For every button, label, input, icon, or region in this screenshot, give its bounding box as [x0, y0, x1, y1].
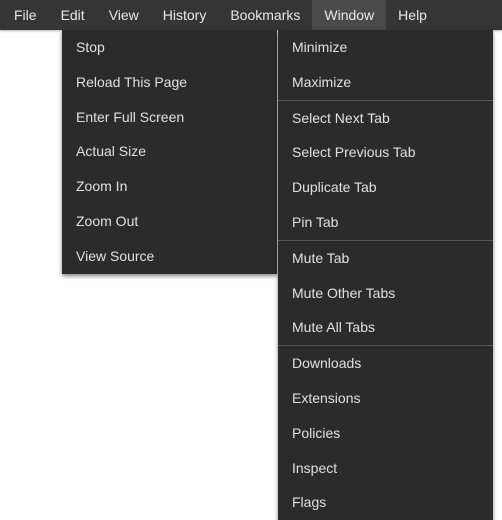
menu-item-reload-this-page[interactable]: Reload This Page [62, 65, 277, 100]
menu-item-select-previous-tab[interactable]: Select Previous Tab [278, 135, 493, 170]
menu-item-flags[interactable]: Flags [278, 485, 493, 520]
dropdown-view-menu: Stop Reload This Page Enter Full Screen … [62, 30, 277, 274]
menubar-item-file[interactable]: File [2, 0, 49, 30]
menu-item-pin-tab[interactable]: Pin Tab [278, 205, 493, 240]
menu-item-zoom-in[interactable]: Zoom In [62, 169, 277, 204]
menubar: File Edit View History Bookmarks Window … [0, 0, 502, 30]
menu-item-select-next-tab[interactable]: Select Next Tab [278, 101, 493, 136]
menu-item-mute-all-tabs[interactable]: Mute All Tabs [278, 310, 493, 345]
menu-item-view-source[interactable]: View Source [62, 239, 277, 274]
menu-item-maximize[interactable]: Maximize [278, 65, 493, 100]
menubar-item-history[interactable]: History [151, 0, 219, 30]
menu-item-minimize[interactable]: Minimize [278, 30, 493, 65]
menu-item-mute-tab[interactable]: Mute Tab [278, 241, 493, 276]
menubar-item-help[interactable]: Help [386, 0, 439, 30]
menu-item-zoom-out[interactable]: Zoom Out [62, 204, 277, 239]
menubar-item-edit[interactable]: Edit [49, 0, 97, 30]
menu-item-inspect[interactable]: Inspect [278, 451, 493, 486]
menubar-item-window[interactable]: Window [312, 0, 386, 30]
menu-item-stop[interactable]: Stop [62, 30, 277, 65]
menu-item-downloads[interactable]: Downloads [278, 346, 493, 381]
menu-item-mute-other-tabs[interactable]: Mute Other Tabs [278, 276, 493, 311]
menu-item-actual-size[interactable]: Actual Size [62, 134, 277, 169]
menubar-item-bookmarks[interactable]: Bookmarks [218, 0, 312, 30]
menu-item-extensions[interactable]: Extensions [278, 381, 493, 416]
menu-item-policies[interactable]: Policies [278, 416, 493, 451]
menu-item-enter-full-screen[interactable]: Enter Full Screen [62, 100, 277, 135]
dropdown-window-menu: Minimize Maximize Select Next Tab Select… [278, 30, 493, 520]
menu-item-duplicate-tab[interactable]: Duplicate Tab [278, 170, 493, 205]
menubar-item-view[interactable]: View [97, 0, 151, 30]
